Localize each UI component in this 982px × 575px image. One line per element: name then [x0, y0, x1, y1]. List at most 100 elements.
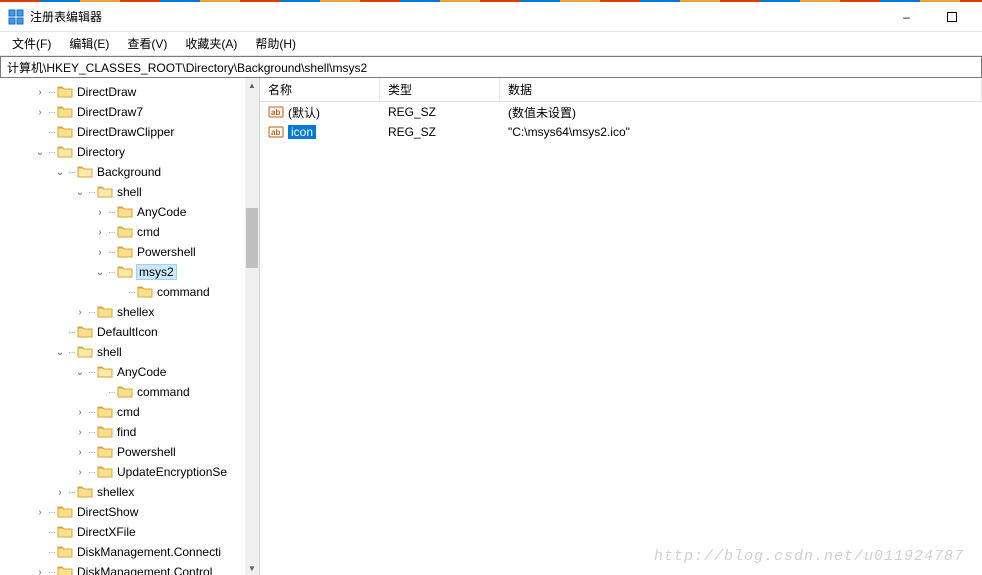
folder-icon	[77, 345, 93, 359]
scroll-up-icon[interactable]: ▲	[245, 78, 259, 92]
tree-label: command	[137, 385, 190, 399]
header-data[interactable]: 数据	[500, 78, 982, 101]
menu-edit[interactable]: 编辑(E)	[61, 33, 117, 54]
folder-icon	[117, 205, 133, 219]
chevron-down-icon[interactable]: ⌄	[74, 187, 86, 198]
tree-label: shellex	[97, 485, 134, 499]
tree-label: shellex	[117, 305, 154, 319]
registry-tree[interactable]: ›···DirectDraw›···DirectDraw7···DirectDr…	[0, 82, 259, 575]
tree-line: ···	[108, 207, 115, 218]
chevron-right-icon[interactable]: ›	[74, 427, 86, 438]
tree-label: AnyCode	[117, 365, 166, 379]
chevron-right-icon[interactable]: ›	[34, 87, 46, 98]
menu-favorites[interactable]: 收藏夹(A)	[177, 33, 245, 54]
header-name[interactable]: 名称	[260, 78, 380, 101]
tree-node-n13[interactable]: ⌄···shell	[4, 342, 259, 362]
chevron-right-icon[interactable]: ›	[94, 227, 106, 238]
tree-node-n16[interactable]: ›···cmd	[4, 402, 259, 422]
menu-file[interactable]: 文件(F)	[4, 33, 59, 54]
tree-node-n21[interactable]: ›···DirectShow	[4, 502, 259, 522]
header-type[interactable]: 类型	[380, 78, 500, 101]
tree-node-n11[interactable]: ›··· shellex	[4, 302, 259, 322]
tree-scrollbar[interactable]: ▲ ▼	[245, 78, 259, 575]
content-area: ›···DirectDraw›···DirectDraw7···DirectDr…	[0, 78, 982, 575]
value-row[interactable]: abiconREG_SZ"C:\msys64\msys2.ico"	[260, 122, 982, 142]
tree-node-n17[interactable]: ›···find	[4, 422, 259, 442]
chevron-down-icon[interactable]: ⌄	[34, 147, 46, 158]
tree-line: ···	[88, 467, 95, 478]
value-type: REG_SZ	[380, 105, 500, 119]
tree-label: Background	[97, 165, 161, 179]
tree-line: ···	[68, 167, 75, 178]
address-bar[interactable]: 计算机\HKEY_CLASSES_ROOT\Directory\Backgrou…	[0, 56, 982, 78]
tree-line: ···	[108, 267, 115, 278]
chevron-right-icon[interactable]: ›	[34, 507, 46, 518]
chevron-right-icon[interactable]: ›	[54, 487, 66, 498]
string-value-icon: ab	[268, 124, 284, 140]
folder-icon	[57, 545, 73, 559]
chevron-right-icon[interactable]: ›	[74, 467, 86, 478]
tree-node-n8[interactable]: ›···Powershell	[4, 242, 259, 262]
menu-help[interactable]: 帮助(H)	[247, 33, 304, 54]
chevron-right-icon[interactable]: ›	[74, 307, 86, 318]
string-value-icon: ab	[268, 104, 284, 120]
tree-node-n19[interactable]: ›···UpdateEncryptionSe	[4, 462, 259, 482]
tree-label: AnyCode	[137, 205, 186, 219]
chevron-right-icon[interactable]: ›	[34, 107, 46, 118]
tree-node-n1[interactable]: ›···DirectDraw7	[4, 102, 259, 122]
values-pane[interactable]: 名称 类型 数据 ab(默认)REG_SZ(数值未设置)abiconREG_SZ…	[260, 78, 982, 575]
tree-node-n3[interactable]: ⌄···Directory	[4, 142, 259, 162]
tree-node-n7[interactable]: ›···cmd	[4, 222, 259, 242]
tree-node-n9[interactable]: ⌄···msys2	[4, 262, 259, 282]
value-row[interactable]: ab(默认)REG_SZ(数值未设置)	[260, 102, 982, 122]
chevron-down-icon[interactable]: ⌄	[94, 267, 106, 278]
tree-node-n5[interactable]: ⌄···shell	[4, 182, 259, 202]
chevron-right-icon[interactable]: ›	[94, 247, 106, 258]
tree-line: ···	[48, 567, 55, 575]
tree-line: ···	[108, 227, 115, 238]
tree-node-n12[interactable]: ···DefaultIcon	[4, 322, 259, 342]
scroll-thumb[interactable]	[246, 208, 258, 268]
chevron-right-icon[interactable]: ›	[94, 207, 106, 218]
svg-text:ab: ab	[271, 108, 280, 117]
tree-pane[interactable]: ›···DirectDraw›···DirectDraw7···DirectDr…	[0, 78, 260, 575]
tree-line: ···	[128, 287, 135, 298]
value-data: (数值未设置)	[500, 104, 982, 121]
tree-node-n22[interactable]: ···DirectXFile	[4, 522, 259, 542]
tree-node-n0[interactable]: ›···DirectDraw	[4, 82, 259, 102]
chevron-down-icon[interactable]: ⌄	[54, 347, 66, 358]
folder-icon	[137, 285, 153, 299]
chevron-down-icon[interactable]: ⌄	[74, 367, 86, 378]
tree-label: DirectDraw	[77, 85, 136, 99]
tree-node-n24[interactable]: ›···DiskManagement.Control	[4, 562, 259, 575]
tree-node-n23[interactable]: ···DiskManagement.Connecti	[4, 542, 259, 562]
tree-label: DirectDrawClipper	[77, 125, 174, 139]
tree-node-n2[interactable]: ···DirectDrawClipper	[4, 122, 259, 142]
folder-icon	[117, 245, 133, 259]
tree-node-n10[interactable]: ···command	[4, 282, 259, 302]
folder-icon	[57, 565, 73, 575]
tree-label: shell	[97, 345, 122, 359]
tree-node-n4[interactable]: ⌄··· Background	[4, 162, 259, 182]
chevron-down-icon[interactable]: ⌄	[54, 167, 66, 178]
tree-node-n6[interactable]: ›··· AnyCode	[4, 202, 259, 222]
minimize-button[interactable]: –	[884, 3, 929, 31]
title-bar: 注册表编辑器 –	[0, 2, 982, 32]
chevron-right-icon[interactable]: ›	[34, 567, 46, 575]
chevron-right-icon[interactable]: ›	[74, 407, 86, 418]
tree-label: DirectShow	[77, 505, 138, 519]
tree-node-n20[interactable]: ›···shellex	[4, 482, 259, 502]
tree-label: DefaultIcon	[97, 325, 158, 339]
maximize-button[interactable]	[929, 3, 974, 31]
tree-line: ···	[88, 307, 95, 318]
chevron-right-icon[interactable]: ›	[74, 447, 86, 458]
tree-node-n14[interactable]: ⌄···AnyCode	[4, 362, 259, 382]
tree-label: DiskManagement.Connecti	[77, 545, 221, 559]
menu-view[interactable]: 查看(V)	[119, 33, 175, 54]
tree-label: find	[117, 425, 136, 439]
folder-icon	[97, 185, 113, 199]
tree-label: DirectXFile	[77, 525, 136, 539]
value-name: icon	[288, 125, 316, 139]
tree-node-n18[interactable]: ›···Powershell	[4, 442, 259, 462]
tree-node-n15[interactable]: ···command	[4, 382, 259, 402]
